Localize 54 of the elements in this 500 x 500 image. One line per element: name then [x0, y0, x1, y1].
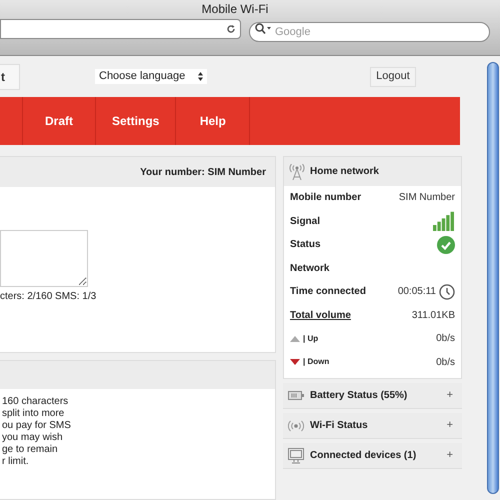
total-volume-link[interactable]: Total volume: [290, 308, 351, 323]
section-header[interactable]: Connected devices (1) +: [283, 443, 462, 469]
row-label: Status: [290, 238, 321, 252]
wireless-icon: [288, 420, 304, 432]
search-icon: [255, 23, 271, 34]
expand-toggle[interactable]: +: [446, 387, 457, 404]
your-number: Your number: SIM Number: [140, 166, 266, 180]
row-label: Network: [290, 262, 330, 276]
section-title: Battery Status (55%): [310, 389, 408, 403]
expand-toggle[interactable]: +: [446, 447, 457, 464]
check-icon: [437, 236, 455, 254]
select-arrows-icon: [198, 72, 203, 82]
nav-tab[interactable]: Draft: [22, 97, 96, 145]
row-label: | Down: [303, 356, 330, 368]
section-title: Wi-Fi Status: [310, 419, 369, 433]
row-value: 00:05:11: [398, 285, 436, 300]
section-header[interactable]: Wi-Fi Status +: [283, 413, 462, 439]
window-title: Mobile Wi-Fi: [202, 1, 268, 18]
row-label: | Up: [303, 332, 318, 345]
section-header[interactable]: Battery Status (55%) +: [283, 383, 462, 409]
info-text-line: ou pay for SMS: [2, 420, 72, 432]
logout-button[interactable]: Logout: [370, 66, 416, 87]
search-field[interactable]: Google: [249, 22, 490, 42]
info-text-line: ge to remain: [2, 444, 59, 456]
info-text-line: r limit.: [2, 456, 30, 468]
reload-icon[interactable]: [226, 24, 236, 34]
antenna-icon: [289, 164, 305, 180]
panel-title: Home network: [310, 165, 379, 179]
row-label: Time connected: [290, 285, 366, 300]
battery-icon: [288, 391, 304, 400]
nav-tab[interactable]: Settings: [96, 97, 176, 145]
info-text-line: you may wish: [2, 432, 64, 444]
monitor-icon: [288, 448, 304, 464]
scrollbar[interactable]: [487, 62, 499, 494]
nav-tab[interactable]: Help: [176, 97, 250, 145]
row-value: 0b/s: [436, 356, 455, 370]
row-label: Signal: [290, 214, 320, 229]
tab[interactable]: t: [0, 64, 20, 90]
row-value: SIM Number: [398, 191, 455, 206]
info-text-line: split into more: [2, 408, 66, 420]
message-field[interactable]: [0, 230, 88, 287]
signal-icon: [433, 211, 455, 232]
address-bar[interactable]: [0, 19, 241, 39]
section-title: Connected devices (1): [310, 449, 418, 463]
row-value: 0b/s: [436, 332, 455, 346]
up-arrow-icon: [290, 336, 300, 342]
character-counter: cters: 2/160 SMS: 1/3: [0, 290, 98, 304]
down-arrow-icon: [290, 359, 300, 366]
clock-icon: [439, 284, 455, 300]
expand-toggle[interactable]: +: [446, 417, 457, 434]
info-text-line: 160 characters: [2, 396, 70, 408]
row-value: 311.01KB: [412, 308, 455, 323]
language-select[interactable]: Choose language: [95, 69, 207, 84]
row-label: Mobile number: [290, 191, 362, 206]
